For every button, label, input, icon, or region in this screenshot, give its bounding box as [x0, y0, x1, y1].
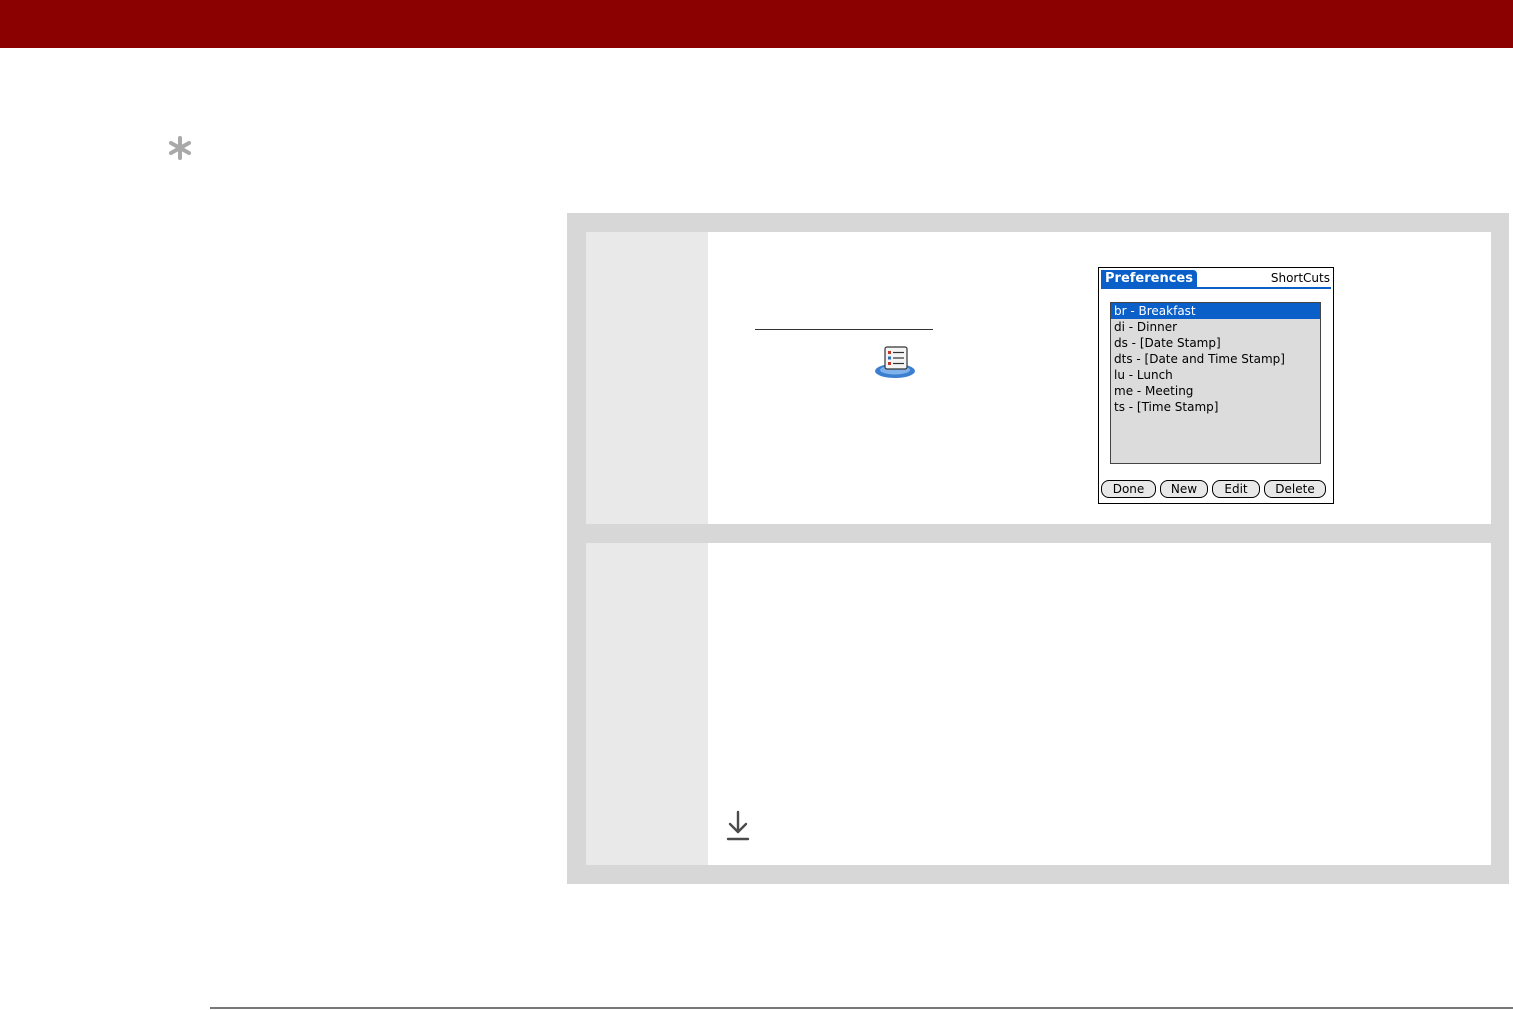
delete-button[interactable]: Delete: [1264, 480, 1326, 498]
step-two: [586, 543, 1491, 865]
list-item[interactable]: br - Breakfast: [1111, 303, 1320, 319]
palm-panel-name[interactable]: ShortCuts: [1271, 270, 1330, 286]
step-number-cell: [586, 543, 708, 865]
palm-title: Preferences: [1101, 270, 1197, 287]
step-body: [708, 543, 1491, 865]
list-item[interactable]: di - Dinner: [1111, 319, 1320, 335]
palm-screenshot: Preferences ShortCuts br - Breakfast di …: [1098, 267, 1334, 504]
list-item[interactable]: lu - Lunch: [1111, 367, 1320, 383]
palm-title-underline: [1101, 287, 1331, 289]
list-item[interactable]: ts - [Time Stamp]: [1111, 399, 1320, 415]
preferences-app-icon[interactable]: [873, 344, 917, 380]
palm-button-row: Done New Edit Delete: [1101, 480, 1331, 499]
done-button[interactable]: Done: [1101, 480, 1156, 498]
steps-panel: Preferences ShortCuts br - Breakfast di …: [567, 213, 1509, 884]
asterisk-icon: [169, 136, 191, 160]
footer-rule: [210, 1007, 1513, 1009]
down-arrow-icon: [726, 810, 750, 841]
shortcut-list: br - Breakfast di - Dinner ds - [Date St…: [1110, 302, 1321, 464]
step-one: Preferences ShortCuts br - Breakfast di …: [586, 232, 1491, 524]
step-number-cell: [586, 232, 708, 524]
new-button[interactable]: New: [1160, 480, 1208, 498]
step-body: Preferences ShortCuts br - Breakfast di …: [708, 232, 1491, 524]
list-item[interactable]: ds - [Date Stamp]: [1111, 335, 1320, 351]
list-item[interactable]: dts - [Date and Time Stamp]: [1111, 351, 1320, 367]
header-bar: [0, 0, 1513, 48]
list-item[interactable]: me - Meeting: [1111, 383, 1320, 399]
link-underline[interactable]: [755, 329, 933, 330]
edit-button[interactable]: Edit: [1212, 480, 1260, 498]
